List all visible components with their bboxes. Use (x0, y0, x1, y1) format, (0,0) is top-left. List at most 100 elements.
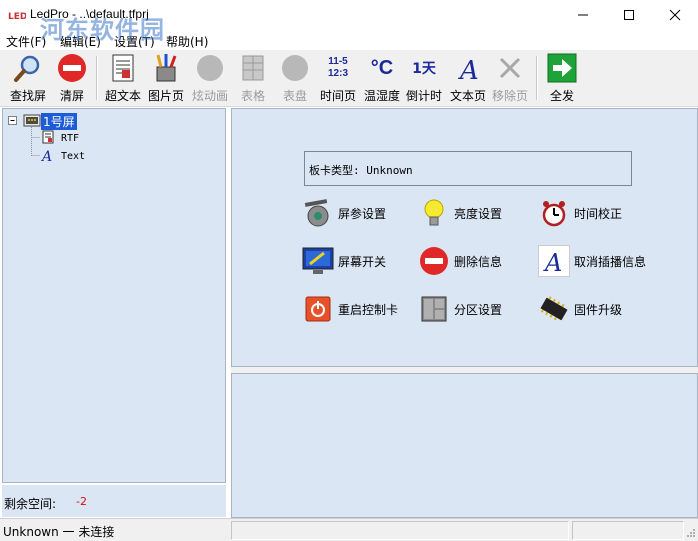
find-screen-label: 查找屏 (9, 89, 46, 103)
partition-label: 分区设置 (454, 302, 503, 317)
letter-a-icon: A (451, 52, 485, 84)
remaining-space-value: -2 (76, 495, 87, 508)
time-calibrate-label: 时间校正 (574, 206, 623, 221)
firmware-label: 固件升级 (574, 302, 623, 317)
rtf-document-icon (41, 130, 55, 147)
letter-a-icon: A (538, 245, 570, 277)
menu-edit[interactable]: 编辑(E) (60, 33, 101, 50)
countdown-icon: 1天 (407, 52, 441, 84)
svg-text:A: A (543, 249, 562, 275)
delete-info-button[interactable]: 删除信息 (418, 245, 502, 277)
clear-screen-label: 清屏 (59, 89, 84, 103)
tree-item-label: RTF (61, 133, 80, 144)
celsius-icon: °C (365, 52, 399, 84)
menu-help[interactable]: 帮助(H) (166, 33, 208, 50)
animation-disabled-icon (193, 52, 227, 84)
window-title: LedPro - ..\default.tfprj (30, 7, 149, 21)
menu-settings[interactable]: 设置(T) (114, 33, 155, 50)
board-type-label: 板卡类型: Unknown (309, 164, 413, 177)
partition-button[interactable]: 分区设置 (418, 293, 502, 325)
delete-info-label: 删除信息 (454, 254, 503, 269)
clear-screen-button[interactable]: 清屏 (54, 52, 90, 105)
status-pane-2 (231, 521, 569, 540)
firmware-button[interactable]: 固件升级 (538, 293, 622, 325)
minimize-button[interactable] (560, 0, 606, 30)
restart-card-label: 重启控制卡 (338, 302, 399, 317)
time-icon-date: 11-5 (328, 56, 348, 67)
screen-params-button[interactable]: 屏参设置 (302, 197, 386, 229)
countdown-button[interactable]: 1天 倒计时 (404, 52, 444, 105)
send-all-label: 全发 (549, 89, 574, 103)
connection-status: Unknown 一 未连接 (0, 521, 228, 540)
svg-text:A: A (41, 149, 52, 162)
countdown-icon-text: 1天 (412, 61, 436, 77)
control-panel: 板卡类型: Unknown 屏参设置 亮度设置 时间校正 屏幕开关 删除信息 A… (231, 108, 698, 367)
gear-wrench-icon (302, 197, 334, 229)
flash-animation-label: 炫动画 (191, 89, 228, 103)
remove-page-button[interactable]: 移除页 (490, 52, 530, 105)
temp-humidity-label: 温湿度 (363, 89, 400, 103)
table-button[interactable]: 表格 (236, 52, 270, 105)
status-pane-3 (572, 521, 684, 540)
maximize-button[interactable] (606, 0, 652, 30)
power-icon (302, 293, 334, 325)
app-logo-icon: LED (8, 8, 27, 22)
screen-params-label: 屏参设置 (338, 206, 387, 221)
close-button[interactable] (652, 0, 698, 30)
no-entry-icon (55, 52, 89, 84)
menu-bar: 文件(F) 编辑(E) 设置(T) 帮助(H) (0, 30, 698, 50)
brightness-button[interactable]: 亮度设置 (418, 197, 502, 229)
time-page-button[interactable]: 11-5 12:3 时间页 (318, 52, 358, 105)
dial-label: 表盘 (282, 89, 307, 103)
toolbar-separator (536, 56, 538, 100)
alarm-clock-icon (538, 197, 570, 229)
table-disabled-icon (236, 52, 270, 84)
tree-item-label: Text (61, 151, 86, 162)
text-page-label: 文本页 (449, 89, 486, 103)
cancel-insert-button[interactable]: A 取消插播信息 (538, 245, 646, 277)
brightness-label: 亮度设置 (454, 206, 503, 221)
screen-tree-panel: 1号屏 RTF A Text (2, 108, 226, 483)
resize-grip-icon[interactable] (685, 527, 697, 539)
dial-button[interactable]: 表盘 (278, 52, 312, 105)
restart-card-button[interactable]: 重启控制卡 (302, 293, 398, 325)
magnifier-icon (11, 52, 45, 84)
screen-switch-label: 屏幕开关 (338, 254, 387, 269)
celsius-text: °C (370, 56, 394, 79)
time-calibrate-button[interactable]: 时间校正 (538, 197, 622, 229)
title-bar: LED LedPro - ..\default.tfprj (0, 0, 698, 30)
cancel-insert-label: 取消插播信息 (574, 254, 647, 269)
pencil-cup-icon (149, 52, 183, 84)
countdown-label: 倒计时 (405, 89, 442, 103)
tree-root-label: 1号屏 (41, 113, 77, 130)
send-all-button[interactable]: 全发 (544, 52, 580, 105)
monitor-icon (302, 245, 334, 277)
green-arrow-icon (545, 52, 579, 84)
maximize-icon (624, 10, 634, 20)
toolbar-separator (96, 56, 98, 100)
svg-text:LED: LED (8, 12, 26, 22)
lightbulb-icon (418, 197, 450, 229)
picture-page-label: 图片页 (147, 89, 184, 103)
remove-x-icon (493, 52, 527, 84)
no-entry-icon (418, 245, 450, 277)
led-screen-icon (23, 112, 41, 131)
menu-file[interactable]: 文件(F) (6, 33, 46, 50)
text-page-button[interactable]: A 文本页 (448, 52, 488, 105)
temp-humidity-button[interactable]: °C 温湿度 (362, 52, 402, 105)
board-type-box: 板卡类型: Unknown (304, 151, 632, 186)
tree-root-screen[interactable]: 1号屏 (23, 112, 77, 131)
tree-item-text[interactable]: A Text (40, 148, 86, 165)
toolbar: 查找屏 清屏 超文本 图片页 炫动画 表格 表盘 11-5 12:3 时间页 °… (0, 50, 698, 107)
preview-panel (231, 373, 698, 518)
flash-animation-button[interactable]: 炫动画 (190, 52, 230, 105)
minimize-icon (578, 14, 588, 16)
clock-disabled-icon (278, 52, 312, 84)
super-text-button[interactable]: 超文本 (103, 52, 143, 105)
screen-switch-button[interactable]: 屏幕开关 (302, 245, 386, 277)
remaining-space-label: 剩余空间: (4, 497, 57, 511)
find-screen-button[interactable]: 查找屏 (8, 52, 48, 105)
super-text-label: 超文本 (104, 89, 141, 103)
tree-item-rtf[interactable]: RTF (41, 130, 79, 147)
picture-page-button[interactable]: 图片页 (146, 52, 186, 105)
